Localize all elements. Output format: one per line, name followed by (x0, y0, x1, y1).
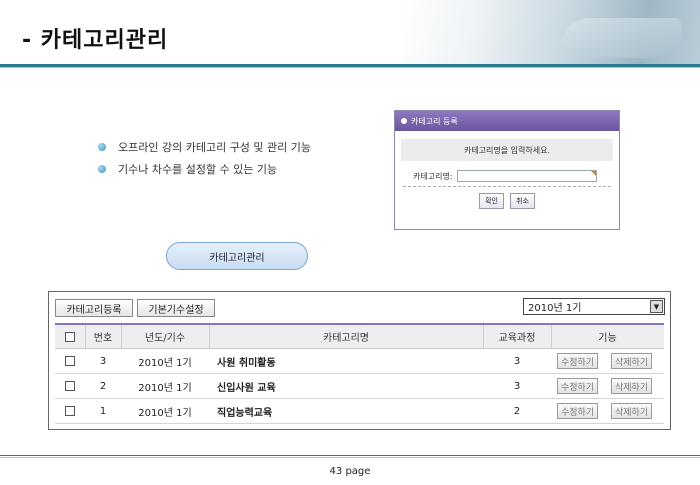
col-period: 년도/기수 (144, 333, 186, 344)
category-name-row: 카테고리명: (413, 170, 619, 182)
feature-list: 오프라인 강의 카테고리 구성 및 관리 기능 기수나 차수를 설정할 수 있는… (98, 136, 311, 180)
feature-text: 오프라인 강의 카테고리 구성 및 관리 기능 (118, 141, 312, 154)
category-management-button[interactable]: 카테고리관리 (166, 242, 308, 270)
feature-item: 오프라인 강의 카테고리 구성 및 관리 기능 (98, 136, 311, 158)
category-name-label: 카테고리명: (413, 171, 453, 181)
header-photo (400, 0, 700, 66)
row-checkbox[interactable] (65, 406, 75, 416)
footer-divider-thin (0, 457, 700, 458)
delete-button[interactable]: 삭제하기 (611, 378, 653, 394)
row-period: 2010년 1기 (138, 357, 192, 369)
row-no: 2 (99, 380, 107, 392)
edit-button[interactable]: 수정하기 (557, 403, 599, 419)
row-course-count: 2 (513, 405, 521, 417)
table-row: 3 2010년 1기 사원 취미활동 3 수정하기 삭제하기 (55, 349, 664, 374)
row-no: 1 (99, 405, 107, 417)
dialog-title-icon (401, 118, 407, 124)
dialog-header: 카테고리 등록 (395, 111, 619, 131)
bullet-icon (98, 143, 106, 151)
col-courses: 교육과정 (498, 333, 536, 344)
row-category-name: 신입사원 교육 (217, 382, 276, 394)
col-function: 기능 (598, 333, 617, 344)
delete-button[interactable]: 삭제하기 (611, 353, 653, 369)
period-select-value: 2010년 1기 (528, 303, 582, 314)
dialog-divider (403, 186, 611, 187)
dialog-title: 카테고리 등록 (411, 116, 458, 126)
category-grid-panel: 카테고리등록 기본기수설정 2010년 1기 ▼ 번호 년도/기수 카테고리명 … (48, 291, 671, 430)
row-no: 3 (99, 355, 107, 367)
row-period: 2010년 1기 (138, 407, 192, 419)
register-category-button[interactable]: 카테고리등록 (55, 299, 133, 317)
slide-header: - 카테고리관리 (0, 0, 700, 68)
row-category-name: 사원 취미활동 (217, 357, 276, 369)
edit-button[interactable]: 수정하기 (557, 353, 599, 369)
col-name: 카테고리명 (323, 333, 369, 344)
select-all-checkbox[interactable] (65, 331, 75, 342)
delete-button[interactable]: 삭제하기 (611, 403, 653, 419)
category-register-dialog: 카테고리 등록 카테고리명을 입력하세요. 카테고리명: 확인 취소 (394, 110, 620, 230)
base-period-setting-button[interactable]: 기본기수설정 (137, 299, 215, 317)
confirm-button[interactable]: 확인 (479, 193, 504, 209)
table-row: 2 2010년 1기 신입사원 교육 3 수정하기 삭제하기 (55, 374, 664, 399)
period-select[interactable]: 2010년 1기 ▼ (523, 298, 665, 315)
feature-text: 기수나 차수를 설정할 수 있는 기능 (118, 163, 278, 176)
feature-item: 기수나 차수를 설정할 수 있는 기능 (98, 158, 311, 180)
row-category-name: 직업능력교육 (217, 407, 273, 419)
dialog-message: 카테고리명을 입력하세요. (401, 139, 613, 161)
footer-divider (0, 455, 700, 456)
row-course-count: 3 (513, 380, 521, 392)
row-checkbox[interactable] (65, 381, 75, 391)
header-divider-thin (0, 67, 700, 68)
page-title: - 카테고리관리 (22, 28, 169, 53)
dialog-buttons: 확인 취소 (395, 193, 619, 209)
table-row: 1 2010년 1기 직업능력교육 2 수정하기 삭제하기 (55, 399, 664, 424)
required-marker-icon (590, 171, 596, 176)
table-header: 번호 년도/기수 카테고리명 교육과정 기능 (55, 323, 664, 349)
edit-button[interactable]: 수정하기 (557, 378, 599, 394)
col-no: 번호 (93, 333, 113, 344)
cancel-button[interactable]: 취소 (510, 193, 535, 209)
category-name-input[interactable] (456, 170, 597, 182)
row-checkbox[interactable] (65, 356, 75, 366)
page-number: 43 page (329, 466, 371, 477)
row-period: 2010년 1기 (138, 382, 192, 394)
bullet-icon (98, 165, 106, 173)
row-course-count: 3 (513, 355, 521, 367)
hand-image (562, 18, 682, 58)
chevron-down-icon[interactable]: ▼ (650, 300, 663, 313)
